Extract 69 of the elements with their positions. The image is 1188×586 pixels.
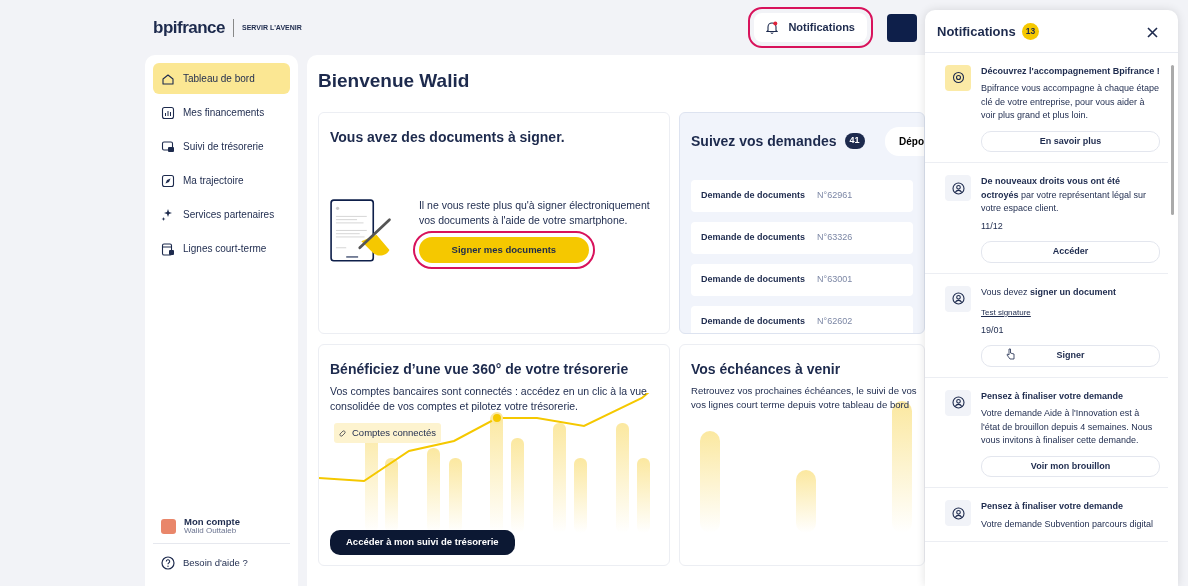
nav-item[interactable]: Lignes court-terme (153, 233, 290, 264)
request-number: N°62961 (817, 188, 853, 202)
notification-title: Découvrez l'accompagnement Bpifrance ! (981, 64, 1160, 78)
link-icon (339, 428, 348, 438)
bell-icon (766, 21, 779, 34)
help-link[interactable]: Besoin d'aide ? (183, 555, 248, 570)
request-row[interactable]: Demande de documents N°62961 (691, 179, 913, 212)
notification-date: 19/01 (981, 323, 1005, 337)
help-icon (161, 555, 175, 570)
chart-icon (161, 105, 175, 120)
card-title: Vous avez des documents à signer. (330, 127, 566, 147)
request-row[interactable]: Demande de documents N°63001 (691, 263, 913, 296)
notification-button[interactable]: Signer (981, 345, 1160, 367)
notification-link[interactable]: Test signature (981, 307, 1031, 319)
logo: bpifrance (153, 16, 226, 39)
user-icon (951, 181, 965, 195)
request-number: N°63326 (817, 230, 853, 244)
signing-message: Il ne vous reste plus qu'à signer électroniquement vos documents à l'aide de votre smartphone. (418, 197, 651, 229)
compass-icon (161, 173, 175, 188)
request-number: N°63001 (817, 272, 853, 286)
notification-button[interactable]: En savoir plus (981, 130, 1160, 152)
treasury-description: Vos comptes bancaires sont connectés : accédez en un clic à la vue consolidée de vos comptes et pilotez votre trésorerie. (330, 383, 648, 415)
scrollbar[interactable] (1171, 65, 1174, 215)
account-title[interactable]: Mon compte (184, 517, 240, 527)
count-badge: 13 (1021, 23, 1040, 41)
count-badge: 41 (844, 133, 865, 149)
calendar-icon (161, 241, 175, 256)
notification-date: 11/12 (981, 219, 1004, 233)
notification-button[interactable]: Accéder (981, 241, 1160, 263)
notification-text: Votre demande Aide à l'Innovation est à l'état de brouillon depuis 4 semaines. Nous vous invitons à finaliser cette demande. (981, 407, 1154, 447)
notification-title: De nouveaux droits vous ont été octroyés par votre représentant légal sur votre espace client. (981, 175, 1148, 215)
nav-item[interactable]: Mes financements (153, 97, 290, 128)
notification-title: Pensez à finaliser votre demande (981, 500, 1125, 513)
account-name: Walid Outtaleb (184, 526, 237, 535)
avatar-icon (161, 518, 176, 534)
nav-item[interactable]: Suivi de trésorerie (153, 131, 290, 162)
target-icon (951, 71, 965, 84)
panel-title: Notifications (937, 23, 1016, 41)
user-icon (951, 506, 965, 520)
notification-text: Bpifrance vous accompagne à chaque étape clé de votre entreprise, pour vous aider à voir plus grand et plus loin. (981, 82, 1160, 122)
description-line: vos lignes court terme depuis votre tableau de bord (691, 397, 910, 412)
notification-text: Votre demande Subvention parcours digital (981, 517, 1155, 531)
wallet-icon (161, 139, 175, 154)
data-point (491, 411, 503, 424)
request-label: Demande de documents (701, 272, 806, 286)
notification-button[interactable]: Voir mon brouillon (981, 455, 1160, 477)
request-label: Demande de documents (701, 188, 806, 202)
request-row[interactable]: Demande de documents N°62602 (691, 305, 913, 333)
card-title: Vos échéances à venir (691, 359, 842, 379)
nav-item[interactable]: Services partenaires (153, 199, 290, 230)
close-icon (1147, 27, 1158, 39)
request-row[interactable]: Demande de documents N°63326 (691, 221, 913, 254)
request-number: N°62602 (817, 314, 853, 328)
user-icon (951, 292, 965, 305)
card-title: Suivez vos demandes (691, 131, 837, 151)
card-title: Bénéficiez d’une vue 360° de votre trésorerie (330, 359, 630, 379)
page-title: Bienvenue Walid (318, 69, 471, 93)
description-line: Retrouvez vos prochaines échéances, le suivi de vos (691, 383, 917, 398)
request-label: Demande de documents (701, 314, 806, 328)
nav-item[interactable]: Ma trajectoire (153, 165, 290, 196)
connected-tag: Comptes connectés (334, 423, 441, 444)
request-label: Demande de documents (701, 230, 806, 244)
cursor-icon (1006, 348, 1015, 360)
treasury-button[interactable]: Accéder à mon suivi de trésorerie (330, 530, 515, 555)
deposit-button[interactable]: Dépo (885, 126, 924, 156)
notification-title: Vous devez signer un document (981, 285, 1118, 299)
notification-title: Pensez à finaliser votre demande (981, 389, 1125, 403)
nav-item[interactable]: Tableau de bord (153, 63, 290, 94)
user-icon (951, 396, 965, 409)
